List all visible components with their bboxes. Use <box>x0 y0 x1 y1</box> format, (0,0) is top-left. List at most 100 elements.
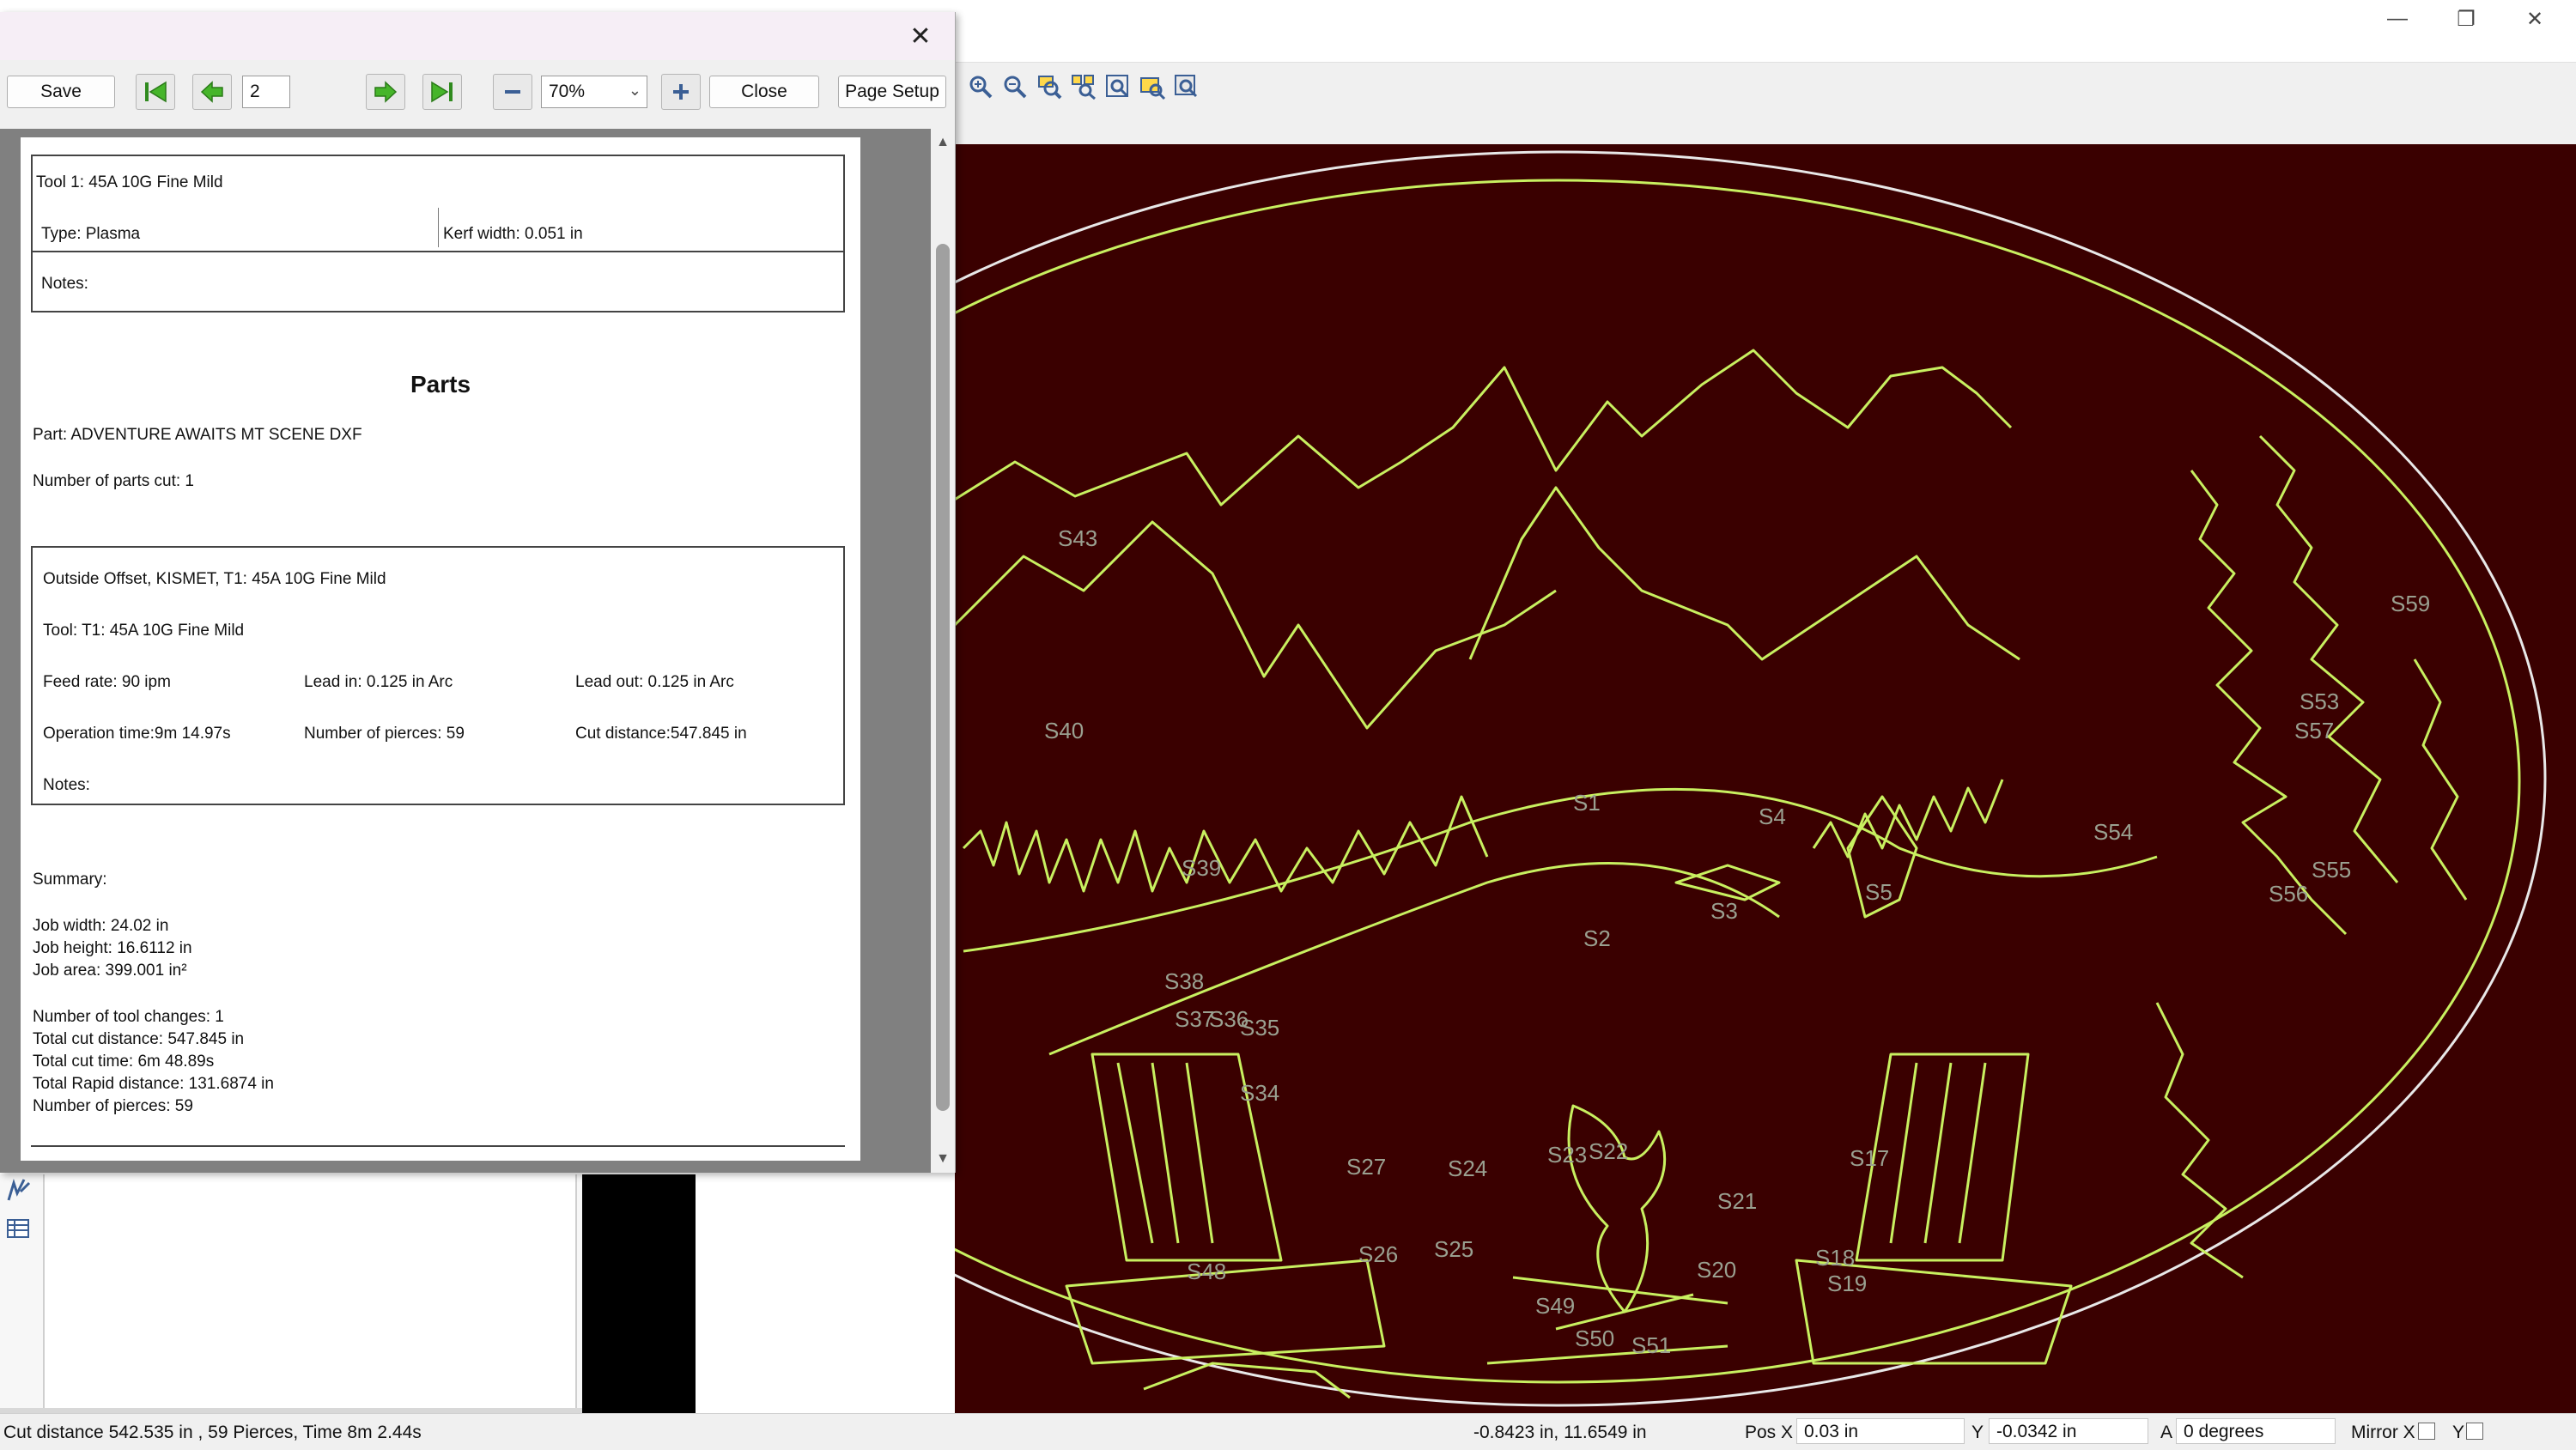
close-window-button[interactable]: ✕ <box>2500 0 2569 38</box>
previous-page-button[interactable] <box>192 74 232 110</box>
pierce-count: Number of pierces: 59 <box>304 725 465 743</box>
canvas-margin <box>582 1174 696 1413</box>
zoom-out-icon[interactable] <box>999 71 1030 102</box>
cut-preview-canvas[interactable]: S59 S53 S57 S55 S56 S54 S4 S1 S3 S2 S5 S40 S43 S39 S38… <box>568 144 2576 1413</box>
segment-label: S40 <box>1044 718 1084 743</box>
lead-out: Lead out: 0.125 in Arc <box>575 673 734 691</box>
print-preview-dialog: ✕ Save 2 70% ⌄ Close Page Setup Tool 1: … <box>0 12 956 1173</box>
segment-label: S19 <box>1827 1271 1867 1296</box>
page-number-input[interactable]: 2 <box>242 76 290 108</box>
segment-label: S21 <box>1717 1188 1757 1214</box>
zoom-parts-icon[interactable] <box>1068 71 1099 102</box>
segment-label: S49 <box>1535 1293 1575 1319</box>
total-cut-distance: Total cut distance: 547.845 in <box>33 1030 245 1048</box>
segment-label: S27 <box>1346 1154 1386 1180</box>
scrollbar-thumb[interactable] <box>936 244 950 1111</box>
job-area: Job area: 399.001 in² <box>33 962 187 980</box>
parts-cut-count: Number of parts cut: 1 <box>33 472 194 490</box>
segment-label: S59 <box>2391 591 2430 616</box>
status-cut-summary: Cut distance 542.535 in , 59 Pierces, Ti… <box>3 1423 422 1442</box>
segment-label: S34 <box>1240 1080 1279 1106</box>
segment-label: S26 <box>1358 1241 1398 1267</box>
segment-label: S4 <box>1759 804 1786 829</box>
edit-path-icon[interactable] <box>5 1176 36 1207</box>
plus-icon <box>673 84 689 100</box>
first-page-icon <box>145 81 167 103</box>
dialog-titlebar: ✕ <box>0 12 955 60</box>
total-cut-time: Total cut time: 6m 48.89s <box>33 1053 215 1071</box>
tool-type: Type: Plasma <box>41 225 141 243</box>
tool-divider <box>438 208 439 247</box>
tool-kerf: Kerf width: 0.051 in <box>443 225 583 243</box>
left-panel-list <box>43 1174 577 1413</box>
save-button[interactable]: Save <box>7 76 115 108</box>
segment-label: S3 <box>1710 898 1738 924</box>
mirror-y-checkbox[interactable] <box>2466 1423 2483 1440</box>
last-page-icon <box>431 81 453 103</box>
segment-label: S51 <box>1631 1332 1671 1358</box>
segment-label: S48 <box>1187 1259 1226 1284</box>
segment-label: S2 <box>1583 925 1611 951</box>
view-toolbar <box>955 62 2576 145</box>
last-page-button[interactable] <box>422 74 462 110</box>
segment-label: S56 <box>2269 881 2308 907</box>
segment-label: S55 <box>2312 857 2351 883</box>
table-icon[interactable] <box>5 1216 36 1247</box>
zoom-extents-icon[interactable] <box>1103 71 1133 102</box>
zoom-out-button[interactable] <box>493 74 532 110</box>
zoom-previous-icon[interactable] <box>1171 71 1202 102</box>
page-bottom-rule <box>31 1145 845 1147</box>
preview-toolbar: Save 2 70% ⌄ Close Page Setup <box>0 60 955 129</box>
segment-label: S57 <box>2294 718 2334 743</box>
pos-x-field[interactable]: 0.03 in <box>1796 1418 1965 1444</box>
lead-in: Lead in: 0.125 in Arc <box>304 673 453 691</box>
segment-label: S53 <box>2300 689 2339 714</box>
zoom-window-icon[interactable] <box>1034 71 1065 102</box>
summary-heading: Summary: <box>33 871 107 889</box>
segment-label: S43 <box>1058 525 1097 551</box>
first-page-button[interactable] <box>136 74 175 110</box>
minimize-button[interactable]: — <box>2363 0 2432 38</box>
segment-label: S17 <box>1850 1145 1889 1171</box>
zoom-in-button[interactable] <box>661 74 701 110</box>
tool-notes: Notes: <box>41 275 88 293</box>
zoom-in-icon[interactable] <box>965 71 996 102</box>
angle-label: A <box>2160 1423 2173 1442</box>
segment-label: S23 <box>1547 1142 1587 1168</box>
scroll-up-icon[interactable]: ▲ <box>933 132 953 153</box>
mirror-x-checkbox[interactable] <box>2418 1423 2435 1440</box>
part-name: Part: ADVENTURE AWAITS MT SCENE DXF <box>33 426 362 444</box>
segment-label: S35 <box>1240 1015 1279 1040</box>
segment-label: S25 <box>1434 1236 1473 1262</box>
job-width: Job width: 24.02 in <box>33 917 169 935</box>
pos-x-label: Pos X <box>1745 1423 1794 1442</box>
segment-label: S24 <box>1448 1156 1487 1181</box>
chevron-down-icon: ⌄ <box>628 82 641 99</box>
segment-label: S5 <box>1865 879 1893 905</box>
minus-icon <box>505 90 520 94</box>
segment-label: S50 <box>1575 1326 1614 1351</box>
pos-y-label: Y <box>1971 1423 1984 1442</box>
zoom-value: 70% <box>549 82 586 101</box>
page-setup-button[interactable]: Page Setup <box>838 76 946 108</box>
zoom-selection-icon[interactable] <box>1137 71 1168 102</box>
close-preview-button[interactable]: Close <box>709 76 819 108</box>
segment-label: S1 <box>1573 790 1601 816</box>
zoom-dropdown[interactable]: 70% ⌄ <box>541 76 647 108</box>
next-page-button[interactable] <box>366 74 405 110</box>
dialog-close-icon[interactable]: ✕ <box>902 19 939 53</box>
job-height: Job height: 16.6112 in <box>33 939 192 957</box>
feed-rate: Feed rate: 90 ipm <box>43 673 171 691</box>
segment-label: S18 <box>1815 1245 1855 1271</box>
pos-y-field[interactable]: -0.0342 in <box>1989 1418 2148 1444</box>
mirror-x-label: Mirror X <box>2351 1423 2415 1442</box>
segment-label: S54 <box>2093 819 2133 845</box>
maximize-button[interactable]: ❐ <box>2432 0 2500 38</box>
summary-pierces: Number of pierces: 59 <box>33 1097 193 1115</box>
cut-distance: Cut distance:547.845 in <box>575 725 747 743</box>
scroll-down-icon[interactable]: ▼ <box>933 1149 953 1169</box>
angle-field[interactable]: 0 degrees <box>2176 1418 2336 1444</box>
operation-title: Outside Offset, KISMET, T1: 45A 10G Fine… <box>43 570 386 588</box>
report-page: Tool 1: 45A 10G Fine Mild Type: Plasma K… <box>21 137 860 1161</box>
next-page-icon <box>374 81 398 103</box>
